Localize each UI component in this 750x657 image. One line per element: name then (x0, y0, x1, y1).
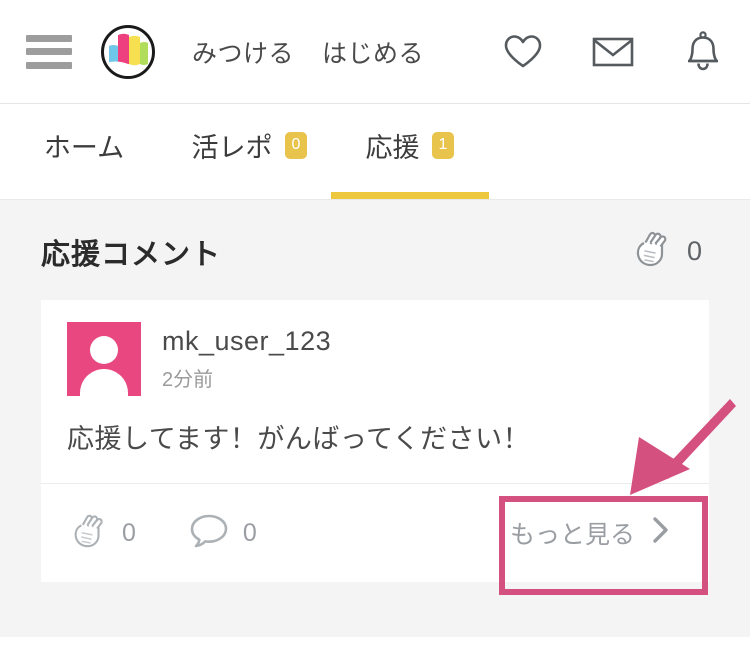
main-content: 応援コメント 0 mk_user_123 2分前 応援してます！がんばってくださ… (0, 199, 750, 637)
comment-action-count: 0 (242, 518, 257, 547)
see-more-label: もっと見る (509, 521, 635, 550)
hamburger-menu-icon[interactable] (26, 34, 72, 69)
tab-label: ホーム (43, 132, 125, 163)
hamburger-bar (26, 48, 72, 55)
see-more-button[interactable]: もっと見る (470, 484, 709, 582)
clap-count: 0 (686, 236, 702, 266)
comment-action-button[interactable]: 0 (188, 512, 257, 555)
comment-body: mk_user_123 2分前 応援してます！がんばってください！ (41, 300, 709, 485)
hamburger-bar (26, 61, 72, 69)
envelope-icon[interactable] (592, 31, 634, 73)
comment-timestamp: 2分前 (162, 369, 214, 391)
tab-bar: ホーム 活レポ 0 応援 1 (0, 104, 750, 199)
top-navigation-bar: みつける はじめる (0, 0, 750, 104)
tab-badge-count: 0 (284, 131, 308, 159)
clapping-hands-icon (631, 229, 673, 274)
primary-nav-links: みつける はじめる (192, 34, 424, 70)
tab-ouen[interactable]: 応援 1 (331, 104, 489, 199)
bell-icon[interactable] (682, 30, 724, 73)
speech-bubble-icon (188, 512, 230, 555)
comment-text: 応援してます！がんばってください！ (67, 424, 531, 454)
tab-label: 活レポ (191, 132, 273, 163)
nav-link-hajimeru[interactable]: はじめる (322, 34, 424, 70)
comment-card: mk_user_123 2分前 応援してます！がんばってください！ 0 0 もっ… (41, 300, 709, 583)
comment-author-row: mk_user_123 2分前 (67, 322, 683, 396)
heart-icon[interactable] (502, 31, 544, 73)
section-header: 応援コメント 0 (0, 200, 750, 273)
brand-logo-icon[interactable] (100, 24, 156, 80)
app-root: みつける はじめる ホーム 活レポ 0 応援 1 応援コメント 0 mk_use… (0, 0, 750, 657)
chevron-right-icon (651, 515, 671, 552)
nav-link-mitsukeru[interactable]: みつける (192, 34, 294, 70)
comment-footer: 0 0 もっと見る (41, 484, 709, 582)
page-bottom-spacer (0, 637, 750, 657)
user-avatar-icon (90, 336, 118, 364)
comment-author-meta: mk_user_123 2分前 (162, 326, 331, 392)
page-title: 応援コメント (41, 238, 222, 271)
tab-katsurepo[interactable]: 活レポ 0 (168, 104, 331, 199)
tab-home[interactable]: ホーム (0, 104, 168, 199)
section-clap-summary: 0 (631, 229, 702, 274)
clap-action-count: 0 (122, 518, 136, 547)
tab-label: 応援 (365, 132, 420, 163)
avatar[interactable] (67, 322, 141, 396)
top-bar-icon-group (502, 30, 724, 73)
clapping-hands-icon (69, 512, 109, 555)
tab-badge-count: 1 (431, 131, 455, 159)
comment-username[interactable]: mk_user_123 (162, 326, 331, 357)
user-avatar-icon-body (80, 369, 128, 396)
clap-action-button[interactable]: 0 (69, 512, 136, 555)
hamburger-bar (26, 34, 72, 42)
